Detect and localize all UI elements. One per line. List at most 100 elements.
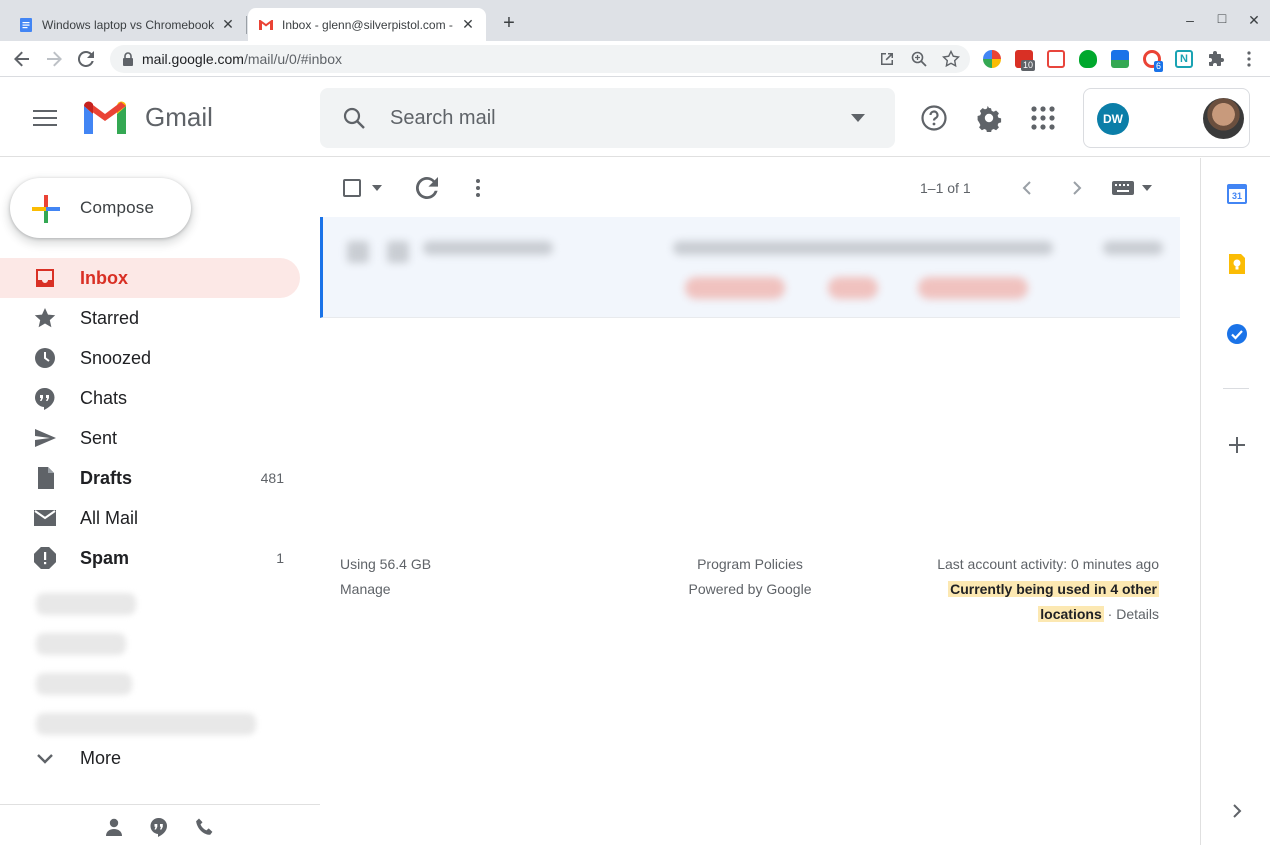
close-tab-icon[interactable]: ✕: [460, 16, 476, 33]
tab-title: Inbox - glenn@silverpistol.com -: [282, 17, 453, 32]
gmail-header: Gmail DW: [0, 78, 1270, 157]
search-input[interactable]: [390, 102, 830, 134]
contacts-icon[interactable]: [104, 817, 124, 837]
add-addon-icon[interactable]: [1226, 434, 1248, 456]
sidebar-item-spam[interactable]: Spam 1: [0, 538, 300, 578]
compose-plus-icon: [32, 195, 60, 223]
attachment-chip[interactable]: [918, 277, 1028, 299]
label-item-blurred[interactable]: [36, 593, 136, 615]
sidebar-footer: [0, 804, 320, 845]
avatar[interactable]: [1203, 98, 1244, 139]
row-star[interactable]: [387, 241, 409, 263]
org-logo: DW: [1097, 103, 1129, 135]
storage-info: Using 56.4 GB Manage: [340, 552, 431, 602]
manage-link[interactable]: Manage: [340, 577, 431, 602]
select-all-checkbox[interactable]: [343, 179, 361, 197]
details-link[interactable]: Details: [1116, 606, 1159, 622]
side-panel: 31: [1200, 158, 1270, 845]
forward-button[interactable]: [44, 49, 64, 69]
inbox-icon: [36, 269, 54, 287]
browser-toolbar: mail.google.com/mail/u/0/#inbox 10 6 N: [0, 41, 1270, 77]
sidebar-item-sent[interactable]: Sent: [0, 418, 300, 458]
refresh-icon[interactable]: [416, 177, 438, 199]
search-icon[interactable]: [342, 106, 366, 130]
sidebar-item-snoozed[interactable]: Snoozed: [0, 338, 300, 378]
ext-badge: 10: [1021, 60, 1036, 71]
chevron-right-icon[interactable]: [1226, 800, 1248, 822]
photo-ext-icon[interactable]: [1111, 50, 1129, 68]
account-switcher[interactable]: DW: [1083, 88, 1250, 148]
settings-gear-icon[interactable]: [975, 104, 1003, 132]
label-item-blurred[interactable]: [36, 633, 126, 655]
open-external-icon[interactable]: [878, 50, 896, 68]
tasks-icon[interactable]: [1226, 323, 1248, 345]
tab-gmail[interactable]: Inbox - glenn@silverpistol.com - ✕: [248, 8, 486, 41]
keep-icon[interactable]: [1226, 253, 1248, 275]
calendar-ext-icon[interactable]: 10: [1015, 50, 1036, 71]
chart-ext-icon[interactable]: [1047, 50, 1065, 68]
sidebar-item-more[interactable]: More: [0, 738, 300, 778]
clock-icon: [35, 348, 55, 368]
attachment-chip[interactable]: [685, 277, 785, 299]
phone-icon[interactable]: [195, 817, 215, 837]
main-menu-icon[interactable]: [33, 108, 57, 128]
help-icon[interactable]: [920, 104, 948, 132]
compose-button[interactable]: Compose: [10, 178, 191, 238]
minimize-button[interactable]: –: [1180, 12, 1200, 28]
arrow-back-icon: [14, 51, 29, 67]
email-row[interactable]: [320, 217, 1180, 318]
maximize-button[interactable]: □: [1212, 10, 1232, 26]
drafts-count: 481: [260, 470, 284, 486]
send-icon: [35, 429, 56, 447]
search-bar[interactable]: [320, 88, 895, 148]
more-options-icon[interactable]: [475, 178, 481, 198]
chevron-left-icon[interactable]: [1020, 180, 1034, 196]
label-item-blurred[interactable]: [36, 713, 256, 735]
browser-menu-icon[interactable]: [1240, 50, 1258, 68]
locations-warning-cont: locations: [1038, 606, 1104, 622]
reload-icon: [78, 51, 94, 67]
puzzle-extensions-icon[interactable]: [1207, 50, 1225, 68]
separator-dot: ·: [1103, 606, 1117, 622]
sidebar-item-starred[interactable]: Starred: [0, 298, 300, 338]
sidebar-item-label: All Mail: [80, 508, 139, 528]
bookmark-star-icon[interactable]: [942, 50, 960, 68]
evernote-ext-icon[interactable]: [1079, 50, 1097, 68]
search-options-icon[interactable]: [850, 112, 866, 124]
select-dropdown-icon[interactable]: [372, 185, 382, 191]
gmail-logo-icon[interactable]: [81, 100, 129, 136]
close-window-button[interactable]: ✕: [1244, 12, 1264, 29]
sidebar-item-chats[interactable]: Chats: [0, 378, 300, 418]
zoom-icon[interactable]: [910, 50, 928, 68]
attachment-chip[interactable]: [828, 277, 878, 299]
reload-button[interactable]: [76, 49, 96, 69]
address-bar[interactable]: mail.google.com/mail/u/0/#inbox: [110, 45, 970, 73]
star-icon: [34, 308, 56, 328]
draft-icon: [38, 467, 54, 489]
calendar-icon[interactable]: 31: [1226, 183, 1248, 205]
sidebar-item-inbox[interactable]: Inbox: [0, 258, 300, 298]
last-activity-text: Last account activity: 0 minutes ago: [937, 556, 1159, 572]
input-tools-dropdown-icon[interactable]: [1142, 185, 1152, 191]
row-checkbox[interactable]: [347, 241, 369, 263]
apps-grid-icon[interactable]: [1029, 104, 1057, 132]
new-tab-button[interactable]: +: [498, 12, 520, 34]
hangouts-icon[interactable]: [149, 817, 169, 837]
sidebar-item-drafts[interactable]: Drafts 481: [0, 458, 300, 498]
chevron-right-icon[interactable]: [1070, 180, 1084, 196]
storage-text: Using 56.4 GB: [340, 556, 432, 572]
program-policies-link[interactable]: Program Policies: [682, 552, 818, 577]
keyboard-icon[interactable]: [1112, 181, 1136, 195]
close-tab-icon[interactable]: ✕: [220, 16, 236, 33]
tab-docs[interactable]: Windows laptop vs Chromebook ✕: [8, 8, 246, 41]
sidebar-item-label: Snoozed: [80, 348, 152, 368]
label-item-blurred[interactable]: [36, 673, 132, 695]
n-ext-icon[interactable]: N: [1175, 50, 1193, 68]
sidebar-item-all-mail[interactable]: All Mail: [0, 498, 300, 538]
row-sender: [423, 241, 553, 255]
spam-count: 1: [276, 550, 284, 566]
target-ext-icon[interactable]: 6: [1143, 50, 1164, 72]
spam-icon: [34, 547, 56, 569]
color-picker-ext-icon[interactable]: [983, 50, 1001, 68]
back-button[interactable]: [12, 49, 32, 69]
